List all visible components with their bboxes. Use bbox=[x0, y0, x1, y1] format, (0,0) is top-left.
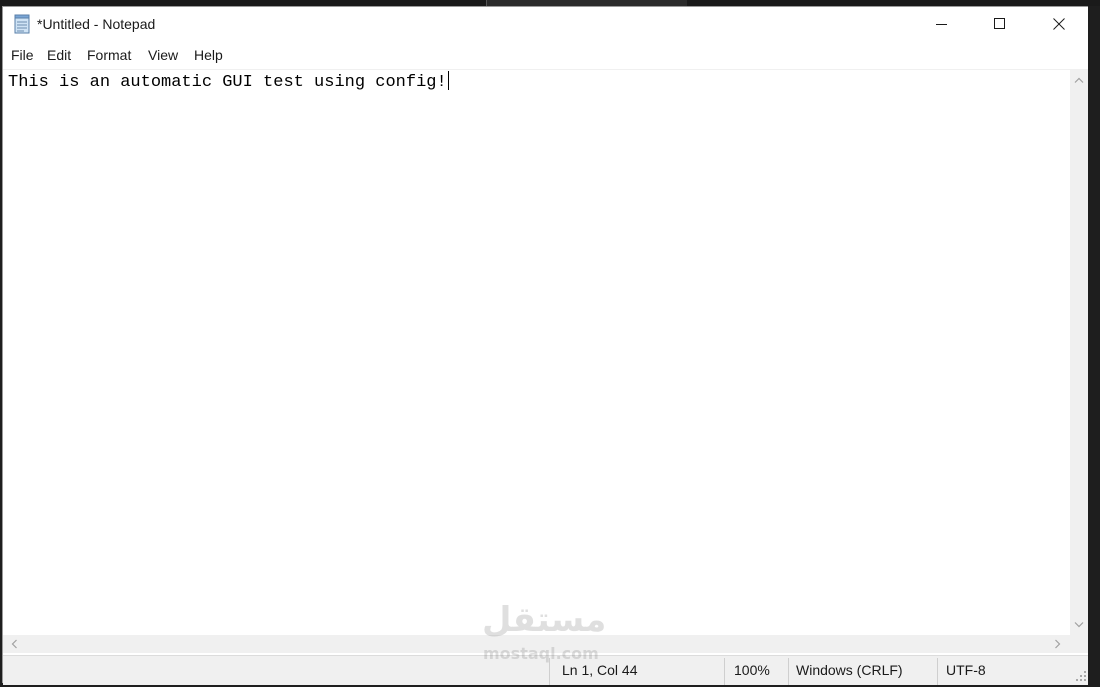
menu-bar: File Edit Format View Help bbox=[3, 43, 1088, 67]
chevron-left-icon bbox=[11, 639, 17, 649]
minimize-button[interactable] bbox=[913, 7, 971, 41]
scroll-corner bbox=[1070, 635, 1088, 653]
minimize-icon bbox=[936, 24, 947, 25]
horizontal-scrollbar[interactable] bbox=[3, 635, 1070, 653]
chevron-right-icon bbox=[1054, 639, 1060, 649]
status-position: Ln 1, Col 44 bbox=[562, 662, 638, 678]
desktop-edge bbox=[1088, 6, 1100, 683]
maximize-icon bbox=[994, 18, 1005, 29]
status-divider bbox=[937, 658, 938, 685]
chevron-up-icon bbox=[1074, 77, 1084, 83]
status-bar: Ln 1, Col 44 100% Windows (CRLF) UTF-8 bbox=[3, 655, 1088, 685]
status-divider bbox=[724, 658, 725, 685]
maximize-button[interactable] bbox=[971, 7, 1029, 41]
status-line-ending: Windows (CRLF) bbox=[796, 662, 903, 678]
editor-content[interactable]: This is an automatic GUI test using conf… bbox=[8, 71, 449, 92]
title-bar[interactable]: *Untitled - Notepad bbox=[3, 7, 1088, 43]
status-divider bbox=[788, 658, 789, 685]
menu-file[interactable]: File bbox=[11, 47, 34, 63]
status-divider bbox=[549, 658, 550, 685]
status-zoom: 100% bbox=[734, 662, 770, 678]
scroll-down-button[interactable] bbox=[1070, 616, 1088, 633]
scroll-left-button[interactable] bbox=[5, 635, 22, 653]
close-icon bbox=[1053, 18, 1065, 30]
notepad-window: *Untitled - Notepad File Edit Format Vie… bbox=[2, 6, 1088, 685]
close-button[interactable] bbox=[1030, 7, 1088, 41]
window-title: *Untitled - Notepad bbox=[37, 16, 156, 32]
text-editor[interactable]: This is an automatic GUI test using conf… bbox=[3, 69, 1070, 636]
vertical-scrollbar[interactable] bbox=[1070, 69, 1088, 635]
scroll-right-button[interactable] bbox=[1049, 635, 1066, 653]
resize-grip-icon[interactable] bbox=[1073, 668, 1087, 682]
menu-edit[interactable]: Edit bbox=[47, 47, 71, 63]
editor-text-value: This is an automatic GUI test using conf… bbox=[8, 73, 447, 92]
menu-format[interactable]: Format bbox=[87, 47, 131, 63]
menu-help[interactable]: Help bbox=[194, 47, 223, 63]
chevron-down-icon bbox=[1074, 621, 1084, 627]
scroll-up-button[interactable] bbox=[1070, 71, 1088, 88]
status-encoding: UTF-8 bbox=[946, 662, 986, 678]
text-caret bbox=[447, 71, 449, 90]
notepad-icon[interactable] bbox=[13, 14, 31, 34]
menu-view[interactable]: View bbox=[148, 47, 178, 63]
